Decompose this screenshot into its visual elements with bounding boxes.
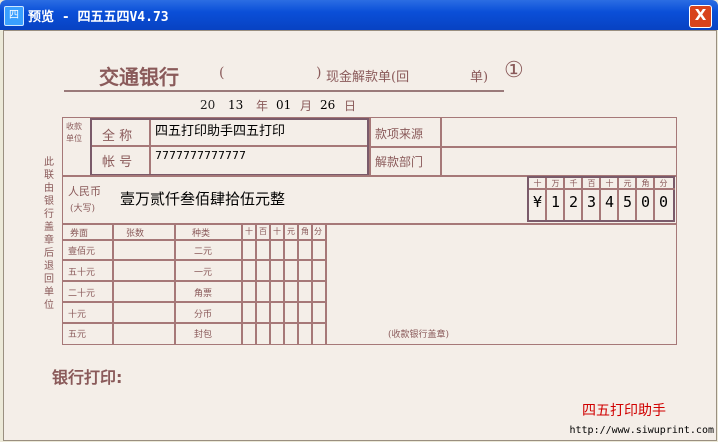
payee-name-value: 四五打印助手四五打印 xyxy=(155,124,286,139)
denom-header: 十 xyxy=(245,227,253,236)
unit-label: 角 xyxy=(641,179,650,188)
unit-label: 百 xyxy=(587,179,596,188)
bank-print-label: 银行打印: xyxy=(52,368,123,387)
date-month: 01 xyxy=(276,98,292,112)
watermark-name: 四五打印助手 xyxy=(582,403,666,419)
date-year-label: 年 xyxy=(256,99,269,113)
unit-label: 分 xyxy=(659,179,668,188)
denom-header: 券面 xyxy=(70,229,89,239)
denomination-table xyxy=(62,223,677,345)
close-button[interactable]: X xyxy=(689,5,712,28)
amount-digit: 4 xyxy=(604,193,615,211)
stamp-note: (收款银行盖章) xyxy=(388,330,450,340)
denom-header: 角 xyxy=(301,227,309,236)
date-year: 13 xyxy=(228,98,244,112)
unit-label: 元 xyxy=(623,179,632,188)
denom-right: 二元 xyxy=(194,247,213,257)
title-bar: 四 预览 - 四五五四V4.73 X xyxy=(0,0,718,30)
date-month-label: 月 xyxy=(300,99,313,113)
denom-left: 壹佰元 xyxy=(68,247,96,257)
preview-canvas: 交通银行 ( ) 现金解款单(回 单) ① 20 13 年 01 月 26 日 … xyxy=(3,30,717,441)
date-day: 26 xyxy=(320,98,336,112)
source-row-divider xyxy=(369,146,677,148)
denom-header: 分 xyxy=(314,227,322,236)
denom-right: 一元 xyxy=(194,268,213,278)
denom-right: 封包 xyxy=(194,330,213,340)
form-name: 现金解款单(回 xyxy=(326,70,410,85)
unit-label: 十 xyxy=(533,179,542,188)
amount-digit: 3 xyxy=(586,193,597,211)
window-title: 预览 - 四五五四V4.73 xyxy=(28,10,169,25)
deposit-slip: 交通银行 ( ) 现金解款单(回 单) ① 20 13 年 01 月 26 日 … xyxy=(4,31,716,440)
amount-digit: ¥ xyxy=(532,193,543,211)
title-underline xyxy=(64,90,504,92)
denom-header: 百 xyxy=(259,227,267,236)
unit-label: 万 xyxy=(551,179,560,188)
unit-label: 十 xyxy=(605,179,614,188)
amount-digit: 2 xyxy=(568,193,579,211)
form-name-end: 单) xyxy=(470,70,489,85)
unit-label: 千 xyxy=(569,179,578,188)
amount-digit: 0 xyxy=(658,193,669,211)
payee-row-divider xyxy=(92,145,367,147)
amount-digit: 5 xyxy=(622,193,633,211)
payee-account-value: 7777777777777 xyxy=(155,149,246,162)
date-year-prefix: 20 xyxy=(200,98,216,112)
denom-left: 五元 xyxy=(68,330,87,340)
denom-header: 种类 xyxy=(192,229,211,239)
denom-right: 角票 xyxy=(194,289,213,299)
denom-right: 分币 xyxy=(194,310,213,320)
amount-digit: 1 xyxy=(550,193,561,211)
currency-label: 人民币 xyxy=(68,185,101,198)
denom-header: 张数 xyxy=(126,229,145,239)
bank-name: 交通银行 xyxy=(99,65,179,89)
denom-left: 十元 xyxy=(68,310,87,320)
dept-label: 解款部门 xyxy=(375,155,424,169)
left-note: 此联由银行盖章后退回单位 xyxy=(44,157,54,311)
date-day-label: 日 xyxy=(344,99,357,113)
watermark-url: http://www.siwuprint.com xyxy=(569,425,715,436)
amount-in-words: 壹万贰仟叁佰肆拾伍元整 xyxy=(120,190,286,208)
payee-label: 收款单位 xyxy=(66,122,82,143)
app-icon: 四 xyxy=(4,6,24,26)
denom-header: 十 xyxy=(273,227,281,236)
bracket-open: ( xyxy=(219,65,225,81)
amount-digit: 0 xyxy=(640,193,651,211)
denom-header: 元 xyxy=(287,227,295,236)
denom-left: 二十元 xyxy=(68,289,96,299)
currency-sub: (大写) xyxy=(70,204,96,214)
bracket-close: ) xyxy=(316,65,322,81)
copy-number: ① xyxy=(504,58,524,83)
source-label: 款项来源 xyxy=(375,127,424,141)
denom-left: 五十元 xyxy=(68,268,96,278)
